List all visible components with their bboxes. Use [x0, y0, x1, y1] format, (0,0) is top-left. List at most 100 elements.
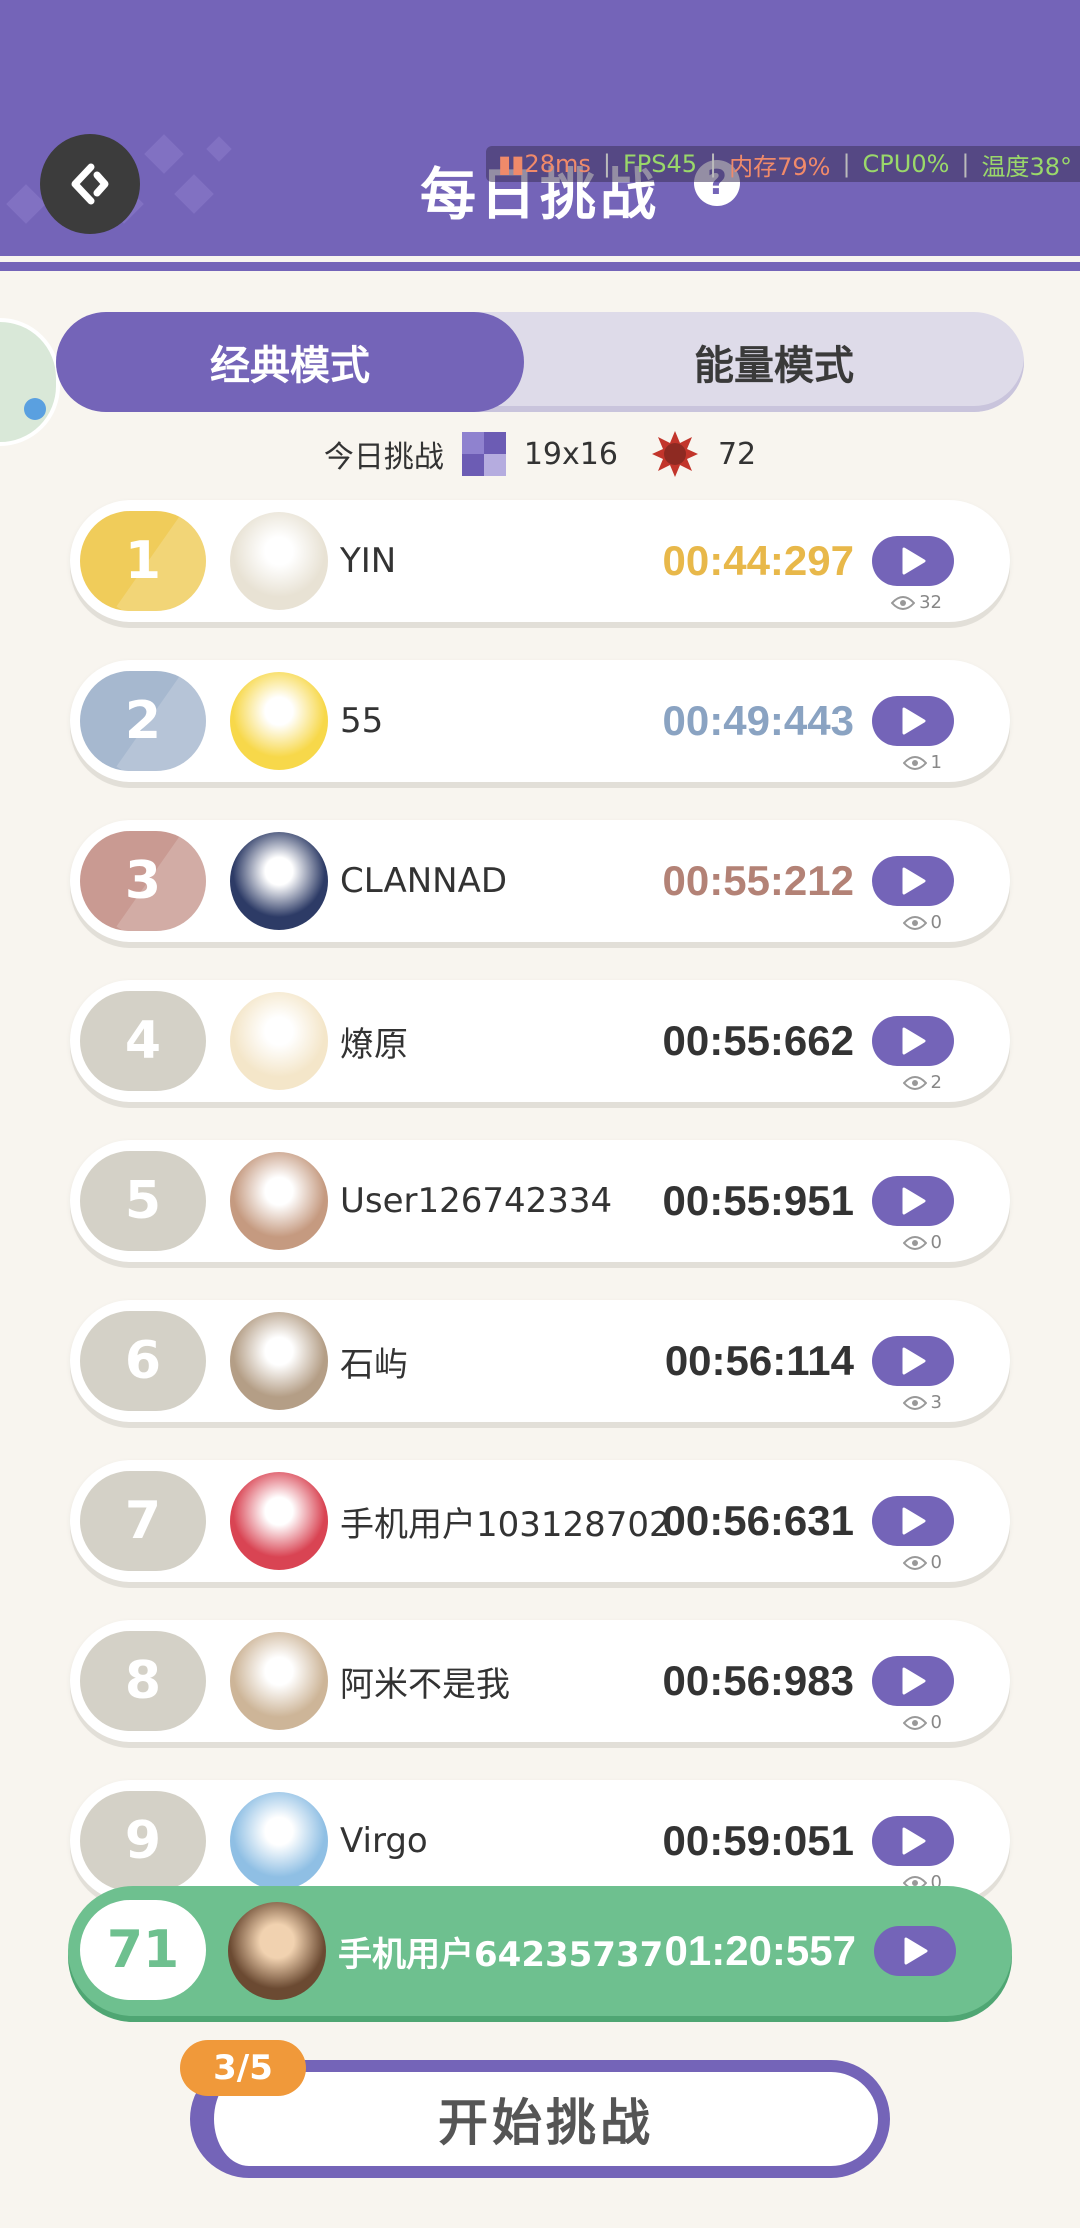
view-count: 0: [902, 1712, 942, 1733]
player-avatar[interactable]: [230, 1312, 328, 1410]
tab-classic-mode[interactable]: 经典模式: [56, 312, 524, 412]
player-time: 00:55:662: [662, 1017, 854, 1064]
rank-badge: 5: [80, 1151, 206, 1251]
eye-icon: [902, 1555, 927, 1570]
player-time: 00:56:631: [662, 1497, 854, 1544]
perf-cpu: CPU0%: [862, 150, 950, 178]
replay-button[interactable]: [872, 1656, 954, 1706]
rank-badge: 1: [80, 511, 206, 611]
player-name: 燎原: [340, 1024, 408, 1065]
player-name: 手机用户103128702: [340, 1504, 671, 1545]
tab-energy-mode[interactable]: 能量模式: [524, 312, 1024, 412]
eye-icon: [902, 1075, 927, 1090]
energy-value: 72: [717, 436, 757, 472]
replay-button[interactable]: [872, 1016, 954, 1066]
player-name: 阿米不是我: [340, 1664, 510, 1705]
play-icon: [902, 1507, 926, 1535]
energy-sun-icon: [651, 431, 698, 477]
rank-badge: 8: [80, 1631, 206, 1731]
header-divider: [0, 262, 1080, 271]
player-name: 55: [340, 701, 384, 741]
player-name: Virgo: [340, 1821, 428, 1861]
rank-shine: [116, 511, 206, 611]
leaderboard-row: 9 Virgo 00:59:051 0: [70, 1780, 1010, 1902]
player-avatar[interactable]: [230, 1792, 328, 1890]
player-time: 00:55:951: [662, 1177, 854, 1224]
my-avatar: [228, 1902, 326, 2000]
view-count: 2: [902, 1072, 942, 1093]
rank-badge: 9: [80, 1791, 206, 1891]
player-avatar[interactable]: [230, 672, 328, 770]
replay-button[interactable]: [872, 1336, 954, 1386]
leaderboard-row: 6 石屿 00:56:114 3: [70, 1300, 1010, 1422]
view-count: 0: [902, 1232, 942, 1253]
rank-badge: 7: [80, 1471, 206, 1571]
play-icon: [902, 867, 926, 895]
my-rank-badge: 71: [80, 1900, 206, 2000]
player-name: YIN: [340, 541, 397, 581]
grid-size-value: 19x16: [523, 436, 618, 472]
rank-badge: 6: [80, 1311, 206, 1411]
replay-button[interactable]: [872, 856, 954, 906]
leaderboard-row: 1 YIN 00:44:297 32: [70, 500, 1010, 622]
player-time: 00:49:443: [662, 697, 854, 744]
eye-icon: [902, 1235, 927, 1250]
player-avatar[interactable]: [230, 992, 328, 1090]
play-icon: [902, 1827, 926, 1855]
rank-shine: [116, 671, 206, 771]
player-avatar[interactable]: [230, 1632, 328, 1730]
perf-memory: 内存79%: [729, 152, 831, 181]
player-avatar[interactable]: [230, 1472, 328, 1570]
play-icon: [902, 1187, 926, 1215]
today-challenge-info: 今日挑战 19x16 72: [0, 428, 1080, 480]
play-icon: [902, 547, 926, 575]
play-icon: [902, 1027, 926, 1055]
player-time: 00:59:051: [662, 1817, 854, 1864]
player-avatar[interactable]: [230, 832, 328, 930]
leaderboard-row: 4 燎原 00:55:662 2: [70, 980, 1010, 1102]
performance-overlay: ▮▮28ms | FPS45 | 内存79% | CPU0% | 温度38°: [486, 146, 1080, 182]
my-rank-row: 71 手机用户64235737 01:20:557: [68, 1886, 1012, 2016]
leaderboard-row: 5 User126742334 00:55:951 0: [70, 1140, 1010, 1262]
floating-avatar[interactable]: [0, 318, 60, 446]
replay-button[interactable]: [872, 536, 954, 586]
player-name: 石屿: [340, 1344, 408, 1385]
perf-temp: 温度38°: [981, 152, 1073, 181]
replay-button[interactable]: [872, 1176, 954, 1226]
perf-fps: FPS45: [622, 150, 697, 178]
player-time: 00:44:297: [662, 537, 854, 584]
mode-tabs: 经典模式 能量模式: [56, 312, 1024, 412]
player-time: 00:56:983: [662, 1657, 854, 1704]
view-count: 0: [902, 912, 942, 933]
replay-button[interactable]: [872, 1496, 954, 1546]
play-icon: [902, 707, 926, 735]
replay-button[interactable]: [872, 696, 954, 746]
rank-badge: 2: [80, 671, 206, 771]
eye-icon: [902, 755, 927, 770]
eye-icon: [902, 1715, 927, 1730]
my-player-name: 手机用户64235737: [338, 1934, 664, 1975]
rank-badge: 3: [80, 831, 206, 931]
player-avatar[interactable]: [230, 512, 328, 610]
replay-button[interactable]: [872, 1816, 954, 1866]
eye-icon: [902, 915, 927, 930]
today-label: 今日挑战: [323, 440, 444, 475]
player-name: CLANNAD: [340, 861, 508, 901]
leaderboard-row: 7 手机用户103128702 00:56:631 0: [70, 1460, 1010, 1582]
eye-icon: [902, 1395, 927, 1410]
view-count: 1: [902, 752, 942, 773]
view-count: 32: [891, 592, 942, 613]
my-replay-button[interactable]: [874, 1926, 956, 1976]
player-avatar[interactable]: [230, 1152, 328, 1250]
leaderboard-row: 3 CLANNAD 00:55:212 0: [70, 820, 1010, 942]
my-player-time: 01:20:557: [664, 1927, 856, 1974]
view-count: 3: [902, 1392, 942, 1413]
player-time: 00:55:212: [662, 857, 854, 904]
play-icon: [904, 1937, 928, 1965]
play-icon: [902, 1347, 926, 1375]
perf-ping: ▮▮28ms: [498, 150, 591, 178]
view-count: 0: [902, 1552, 942, 1573]
attempts-counter-badge: 3/5: [180, 2040, 306, 2096]
floating-badge-icon: [24, 398, 46, 420]
player-name: User126742334: [340, 1181, 613, 1221]
